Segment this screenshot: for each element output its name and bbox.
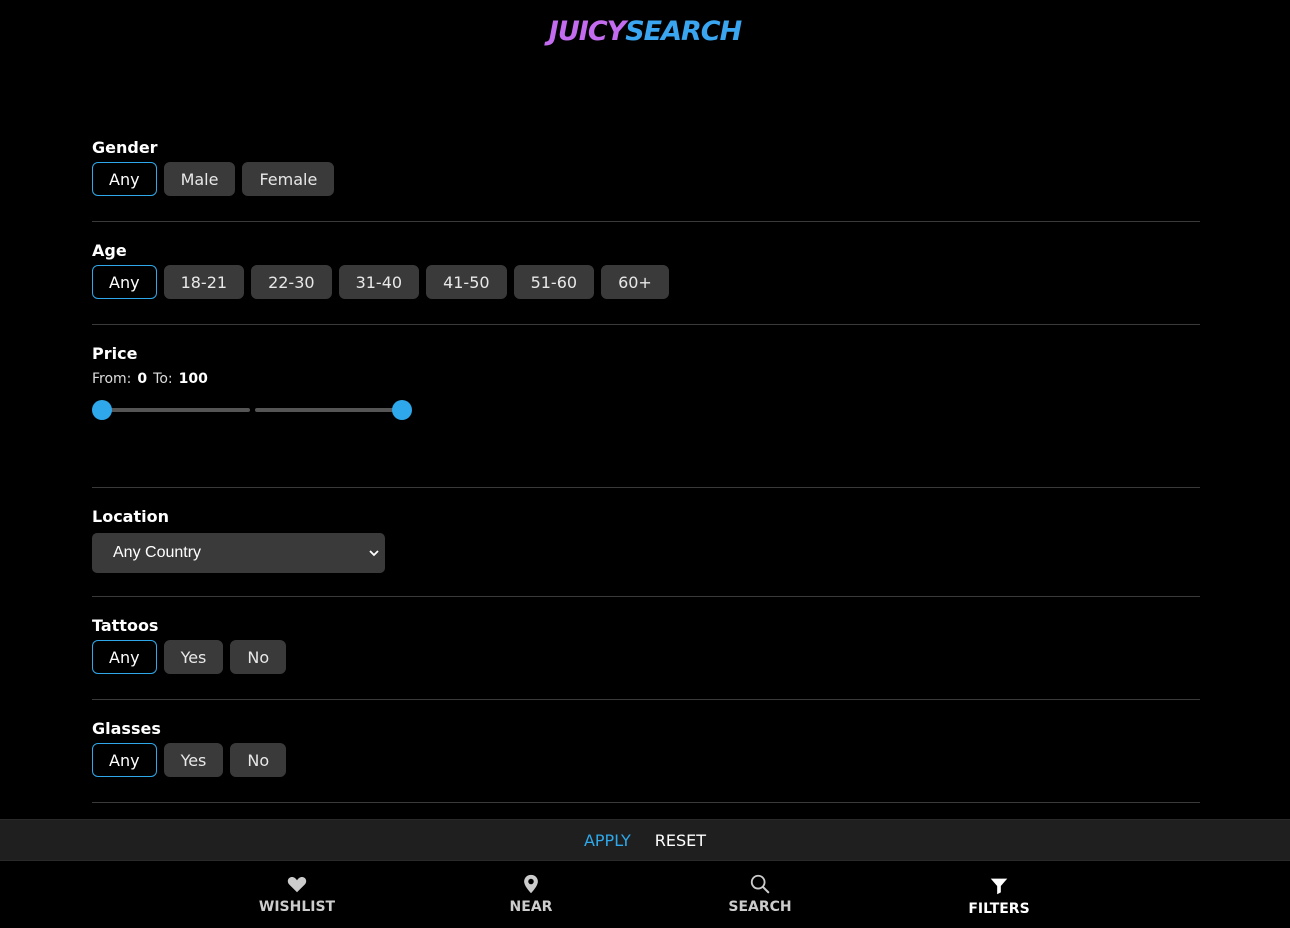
price-from-value: 0	[137, 371, 148, 387]
age-option-60-plus[interactable]: 60+	[601, 265, 669, 299]
nav-near[interactable]: NEAR	[471, 873, 591, 915]
location-section: Location Any Country	[92, 488, 1200, 597]
age-options: Any 18-21 22-30 31-40 41-50 51-60 60+	[92, 265, 1200, 299]
glasses-option-any[interactable]: Any	[92, 743, 157, 777]
price-to-label: To:	[153, 371, 173, 387]
filters-panel: Gender Any Male Female Age Any 18-21 22-…	[92, 130, 1200, 803]
gender-title: Gender	[92, 138, 158, 157]
age-section: Age Any 18-21 22-30 31-40 41-50 51-60 60…	[92, 222, 1200, 325]
nav-search-label: SEARCH	[728, 899, 792, 915]
price-max-handle[interactable]	[392, 400, 412, 420]
glasses-option-no[interactable]: No	[230, 743, 287, 777]
country-select-value: Any Country	[113, 544, 202, 561]
location-pin-icon	[524, 874, 538, 894]
gender-option-male[interactable]: Male	[163, 162, 236, 196]
bottom-nav: WISHLIST NEAR SEARCH FILTERS	[0, 861, 1290, 928]
tattoos-options: Any Yes No	[92, 640, 1200, 674]
glasses-title: Glasses	[92, 719, 161, 738]
filter-icon	[990, 878, 1008, 895]
nav-filters-label: FILTERS	[968, 901, 1030, 917]
search-icon	[750, 874, 770, 894]
logo-part-search: SEARCH	[625, 16, 742, 47]
age-option-18-21[interactable]: 18-21	[163, 265, 245, 299]
age-option-any[interactable]: Any	[92, 265, 157, 299]
gender-option-female[interactable]: Female	[242, 162, 335, 196]
nav-wishlist-label: WISHLIST	[258, 899, 336, 915]
location-title: Location	[92, 507, 169, 526]
tattoos-section: Tattoos Any Yes No	[92, 597, 1200, 700]
nav-search[interactable]: SEARCH	[700, 873, 820, 915]
age-option-51-60[interactable]: 51-60	[513, 265, 595, 299]
age-option-41-50[interactable]: 41-50	[426, 265, 507, 299]
filter-action-bar: APPLY RESET	[0, 819, 1290, 861]
price-from-label: From:	[92, 371, 132, 387]
tattoos-title: Tattoos	[92, 616, 159, 635]
age-title: Age	[92, 241, 127, 260]
price-slider-track-right	[255, 408, 402, 412]
price-section: Price From: 0 To: 100	[92, 325, 1200, 488]
logo-part-juicy: JUICY	[548, 16, 626, 47]
price-range-slider[interactable]	[92, 398, 412, 422]
price-range-readout: From: 0 To: 100	[92, 368, 1200, 390]
country-select[interactable]: Any Country	[92, 533, 385, 573]
price-title: Price	[92, 344, 138, 363]
reset-button[interactable]: RESET	[655, 831, 706, 850]
app-logo[interactable]: JUICYSEARCH	[0, 16, 1290, 47]
chevron-down-icon	[369, 546, 379, 560]
gender-section: Gender Any Male Female	[92, 130, 1200, 222]
nav-near-label: NEAR	[509, 899, 553, 915]
gender-options: Any Male Female	[92, 162, 1200, 196]
tattoos-option-yes[interactable]: Yes	[163, 640, 224, 674]
gender-option-any[interactable]: Any	[92, 162, 157, 196]
price-to-value: 100	[178, 371, 208, 387]
tattoos-option-any[interactable]: Any	[92, 640, 157, 674]
glasses-section: Glasses Any Yes No	[92, 700, 1200, 803]
apply-button[interactable]: APPLY	[584, 831, 631, 850]
glasses-options: Any Yes No	[92, 743, 1200, 777]
price-min-handle[interactable]	[92, 400, 112, 420]
nav-filters[interactable]: FILTERS	[939, 875, 1059, 917]
tattoos-option-no[interactable]: No	[230, 640, 287, 674]
age-option-31-40[interactable]: 31-40	[338, 265, 420, 299]
heart-icon	[287, 877, 307, 893]
glasses-option-yes[interactable]: Yes	[163, 743, 224, 777]
price-slider-track-left	[102, 408, 250, 412]
nav-wishlist[interactable]: WISHLIST	[237, 873, 357, 915]
age-option-22-30[interactable]: 22-30	[251, 265, 332, 299]
